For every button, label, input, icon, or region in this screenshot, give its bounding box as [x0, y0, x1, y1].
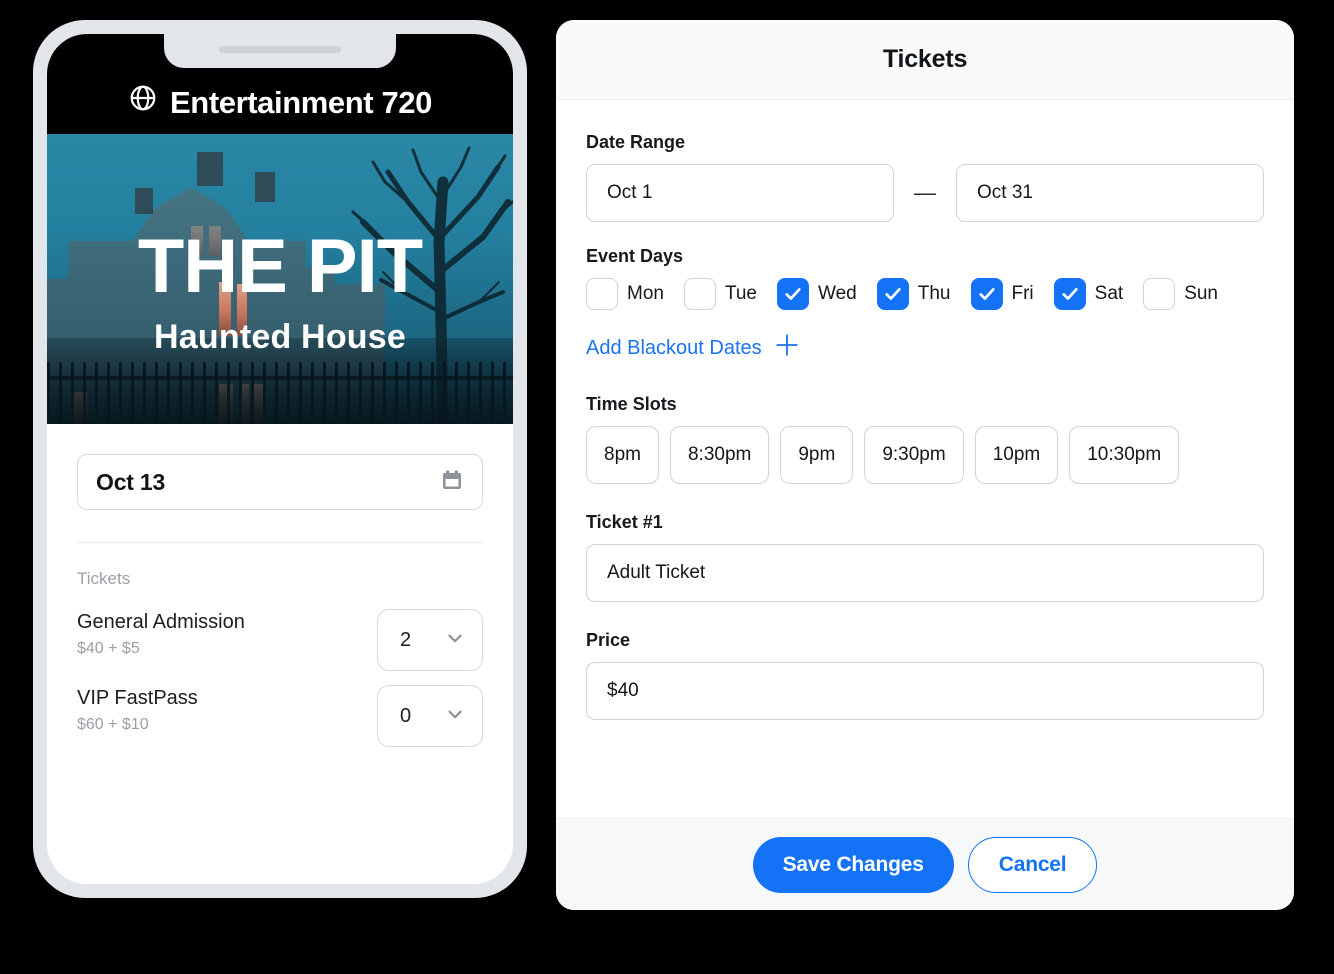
- time-slot-chip[interactable]: 9pm: [780, 426, 854, 484]
- time-slot-chip[interactable]: 8pm: [586, 426, 659, 484]
- hero-chimney: [197, 152, 223, 186]
- day-label-wed: Wed: [818, 283, 857, 304]
- hero-banner: THE PIT Haunted House: [47, 134, 513, 424]
- date-range-row: Oct 1 — Oct 31: [586, 164, 1264, 222]
- time-slots-row: 8pm 8:30pm 9pm 9:30pm 10pm 10:30pm: [586, 426, 1264, 484]
- ticket-quantity-select[interactable]: 2: [377, 609, 483, 671]
- price-label: Price: [586, 630, 631, 650]
- ticket-name-input[interactable]: Adult Ticket: [586, 544, 1264, 602]
- content-divider: [77, 542, 483, 543]
- modal-footer: Save Changes Cancel: [556, 818, 1294, 910]
- ticket-number-label: Ticket #1: [586, 512, 663, 532]
- day-label-fri: Fri: [1011, 283, 1034, 304]
- day-item-fri[interactable]: Fri: [970, 278, 1034, 310]
- time-slot-chip[interactable]: 10pm: [974, 426, 1059, 484]
- ticket-info: VIP FastPass $60 + $10: [77, 685, 198, 734]
- modal-title: Tickets: [882, 45, 968, 73]
- plus-icon: [774, 332, 800, 364]
- checkbox-thu[interactable]: [876, 278, 909, 310]
- hero-chimney: [135, 188, 153, 214]
- modal-header: Tickets: [556, 20, 1294, 100]
- checkbox-wed[interactable]: [777, 278, 810, 310]
- day-label-mon: Mon: [627, 283, 664, 304]
- checkbox-mon[interactable]: [586, 278, 618, 310]
- day-item-wed[interactable]: Wed: [777, 278, 857, 310]
- time-slot-chip[interactable]: 10:30pm: [1069, 426, 1180, 484]
- add-blackout-dates-link[interactable]: Add Blackout Dates: [586, 332, 800, 364]
- ticket-name: General Admission: [77, 611, 245, 633]
- date-range-section: Date Range Oct 1 — Oct 31: [586, 132, 1264, 222]
- day-item-sun[interactable]: Sun: [1143, 278, 1218, 310]
- ticket-info: General Admission $40 + $5: [77, 609, 245, 658]
- date-range-separator: —: [914, 180, 936, 205]
- date-picker-value: Oct 13: [96, 468, 166, 495]
- hero-fence-rail: [47, 376, 513, 380]
- hero-text-block: THE PIT Haunted House: [47, 224, 513, 357]
- ticket-price: $40 + $5: [77, 640, 140, 657]
- date-range-label: Date Range: [586, 132, 686, 152]
- day-item-sat[interactable]: Sat: [1053, 278, 1124, 310]
- ticket-price: $60 + $10: [77, 716, 149, 733]
- day-label-sun: Sun: [1184, 283, 1218, 304]
- hero-chimney: [255, 172, 275, 202]
- ticket-name-section: Ticket #1 Adult Ticket: [586, 512, 1264, 602]
- hero-fence: [47, 362, 513, 424]
- event-days-label: Event Days: [586, 246, 684, 266]
- price-input[interactable]: $40: [586, 662, 1264, 720]
- date-picker-field[interactable]: Oct 13: [77, 454, 483, 510]
- ticket-quantity-value: 2: [400, 628, 412, 651]
- ticket-quantity-value: 0: [400, 704, 412, 727]
- price-section: Price $40: [586, 630, 1264, 720]
- phone-content: Oct 13 Tickets General Admission $40 + $…: [47, 424, 513, 747]
- chevron-down-icon: [444, 703, 466, 730]
- globe-icon: [128, 83, 158, 118]
- chevron-down-icon: [444, 627, 466, 654]
- time-slots-label: Time Slots: [586, 394, 677, 414]
- time-slot-chip[interactable]: 9:30pm: [864, 426, 964, 484]
- ticket-quantity-select[interactable]: 0: [377, 685, 483, 747]
- event-days-section: Event Days Mon Tue Wed Thu Fri Sat Sun A…: [586, 246, 1264, 364]
- tickets-modal: Tickets Date Range Oct 1 — Oct 31 Event …: [556, 20, 1294, 910]
- checkbox-tue[interactable]: [683, 278, 716, 310]
- tickets-section-label: Tickets: [77, 569, 131, 588]
- phone-device-frame: Entertainment 720 THE PIT Haunted House …: [33, 20, 527, 898]
- checkbox-fri[interactable]: [970, 278, 1003, 310]
- time-slot-chip[interactable]: 8:30pm: [669, 426, 770, 484]
- checkbox-sun[interactable]: [1143, 278, 1176, 310]
- date-range-start-input[interactable]: Oct 1: [586, 164, 894, 222]
- event-days-row: Mon Tue Wed Thu Fri Sat Sun: [586, 278, 1264, 310]
- hero-title: THE PIT: [137, 224, 423, 309]
- calendar-icon: [440, 468, 464, 497]
- cancel-button[interactable]: Cancel: [967, 836, 1098, 893]
- ticket-row: VIP FastPass $60 + $10 0: [77, 685, 483, 747]
- day-label-thu: Thu: [917, 283, 951, 304]
- add-blackout-dates-label: Add Blackout Dates: [586, 336, 762, 359]
- day-item-mon[interactable]: Mon: [586, 278, 664, 310]
- save-changes-button[interactable]: Save Changes: [752, 836, 954, 893]
- phone-screen: Entertainment 720 THE PIT Haunted House …: [47, 34, 513, 884]
- day-item-tue[interactable]: Tue: [683, 278, 758, 310]
- notch-speaker: [219, 45, 341, 53]
- day-item-thu[interactable]: Thu: [876, 278, 951, 310]
- day-label-sat: Sat: [1094, 283, 1124, 304]
- time-slots-section: Time Slots 8pm 8:30pm 9pm 9:30pm 10pm 10…: [586, 394, 1264, 484]
- app-title: Entertainment 720: [170, 85, 432, 120]
- hero-subtitle: Haunted House: [154, 317, 406, 356]
- modal-body: Date Range Oct 1 — Oct 31 Event Days Mon: [556, 100, 1294, 818]
- ticket-name: VIP FastPass: [77, 687, 198, 709]
- date-range-end-input[interactable]: Oct 31: [956, 164, 1264, 222]
- phone-notch: [164, 34, 396, 68]
- ticket-row: General Admission $40 + $5 2: [77, 609, 483, 671]
- day-label-tue: Tue: [724, 283, 758, 304]
- checkbox-sat[interactable]: [1053, 278, 1086, 310]
